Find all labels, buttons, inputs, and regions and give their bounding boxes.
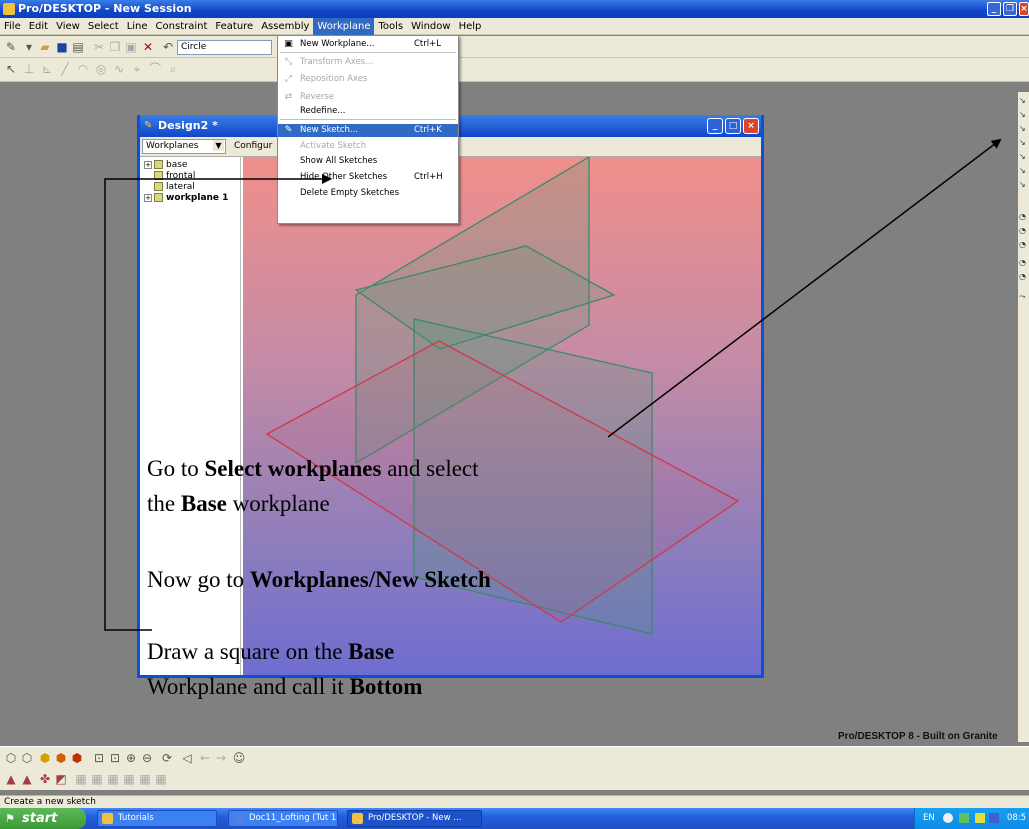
view-toolbar: ⬡ ⬡ ⬢ ⬢ ⬢ ⊡ ⊡ ⊕ ⊖ ⟳ ◁ ← → ☺ xyxy=(0,746,1029,768)
windows-logo-icon: ⚑ xyxy=(5,812,15,825)
note-text: Draw a square on the xyxy=(147,639,349,664)
feature-icon[interactable]: ✤ xyxy=(38,772,52,786)
app-icon xyxy=(352,813,363,824)
zoom-fit-icon[interactable]: ⊡ xyxy=(108,751,122,765)
look-icon[interactable]: ◁ xyxy=(180,751,194,765)
language-indicator[interactable]: EN xyxy=(923,808,935,829)
view-icon[interactable]: ⬡ xyxy=(4,751,18,765)
note-bold: Select workplanes xyxy=(204,456,382,481)
feature-icon[interactable]: ▦ xyxy=(154,772,168,786)
tray-icon[interactable] xyxy=(989,813,999,823)
taskbar-button-label: Tutorials xyxy=(118,813,154,823)
forward-icon[interactable]: → xyxy=(214,751,228,765)
feature-icon[interactable]: ▲ xyxy=(20,772,34,786)
start-button[interactable]: ⚑ start xyxy=(0,808,86,829)
feature-icon[interactable]: ▦ xyxy=(106,772,120,786)
app-icon xyxy=(102,813,113,824)
note-bold: Bottom xyxy=(349,674,423,699)
taskbar: ⚑ start EN 08:5 Tutorials Doc11_Lofting (… xyxy=(0,808,1029,829)
back-icon[interactable]: ← xyxy=(198,751,212,765)
note-text: workplane xyxy=(226,491,330,516)
instruction-line-4: Draw a square on the Base xyxy=(147,639,394,665)
feature-icon[interactable]: ▦ xyxy=(138,772,152,786)
feature-icon[interactable]: ▦ xyxy=(90,772,104,786)
note-text: and select xyxy=(381,456,479,481)
view-icon[interactable]: ⬢ xyxy=(38,751,52,765)
feature-icon[interactable]: ▦ xyxy=(122,772,136,786)
view-icon[interactable]: ⬡ xyxy=(20,751,34,765)
view-icon[interactable]: ⬢ xyxy=(54,751,68,765)
zoom-box-icon[interactable]: ⊡ xyxy=(92,751,106,765)
note-text: Workplane and call it xyxy=(147,674,350,699)
rotate-icon[interactable]: ⟳ xyxy=(160,751,174,765)
note-bold: Base xyxy=(180,491,227,516)
system-tray: EN 08:5 xyxy=(914,808,1029,829)
brand-label: Pro/DESKTOP 8 - Built on Granite xyxy=(838,731,998,742)
instruction-line-3: Now go to Workplanes/New Sketch xyxy=(147,567,491,593)
taskbar-button[interactable]: Pro/DESKTOP - New ... xyxy=(347,810,482,827)
tray-icon[interactable] xyxy=(959,813,969,823)
clock[interactable]: 08:5 xyxy=(1007,808,1026,829)
instruction-line-2: the Base workplane xyxy=(147,491,330,517)
note-text: the xyxy=(147,491,181,516)
smiley-icon[interactable]: ☺ xyxy=(232,751,246,765)
status-bar: Create a new sketch xyxy=(0,795,1029,808)
note-text: Go to xyxy=(147,456,205,481)
start-label: start xyxy=(22,811,58,826)
arrow-to-new-sketch xyxy=(104,174,332,631)
network-icon[interactable] xyxy=(943,813,953,823)
zoom-in-icon[interactable]: ⊕ xyxy=(124,751,138,765)
tray-icon[interactable] xyxy=(975,813,985,823)
taskbar-button-label: Pro/DESKTOP - New ... xyxy=(368,813,462,823)
feature-icon[interactable]: ▲ xyxy=(4,772,18,786)
feature-icon[interactable]: ▦ xyxy=(74,772,88,786)
zoom-out-icon[interactable]: ⊖ xyxy=(140,751,154,765)
note-text: Now go to xyxy=(147,567,250,592)
annotation-arrows xyxy=(104,138,1002,631)
feature-icon[interactable]: ◩ xyxy=(54,772,68,786)
feature-toolbar: ▲ ▲ ✤ ◩ ▦ ▦ ▦ ▦ ▦ ▦ xyxy=(0,768,1029,790)
taskbar-button[interactable]: Doc11_Lofting (Tut 1... xyxy=(228,810,338,827)
taskbar-button-label: Doc11_Lofting (Tut 1... xyxy=(249,813,338,823)
taskbar-button[interactable]: Tutorials xyxy=(97,810,217,827)
view-icon[interactable]: ⬢ xyxy=(70,751,84,765)
instruction-line-1: Go to Select workplanes and select xyxy=(147,456,479,482)
note-bold: Base xyxy=(348,639,395,664)
arrow-to-select-toolbar xyxy=(607,138,1002,438)
note-bold: Workplanes/New Sketch xyxy=(249,567,491,592)
app-icon xyxy=(233,813,244,824)
instruction-line-5: Workplane and call it Bottom xyxy=(147,674,422,700)
